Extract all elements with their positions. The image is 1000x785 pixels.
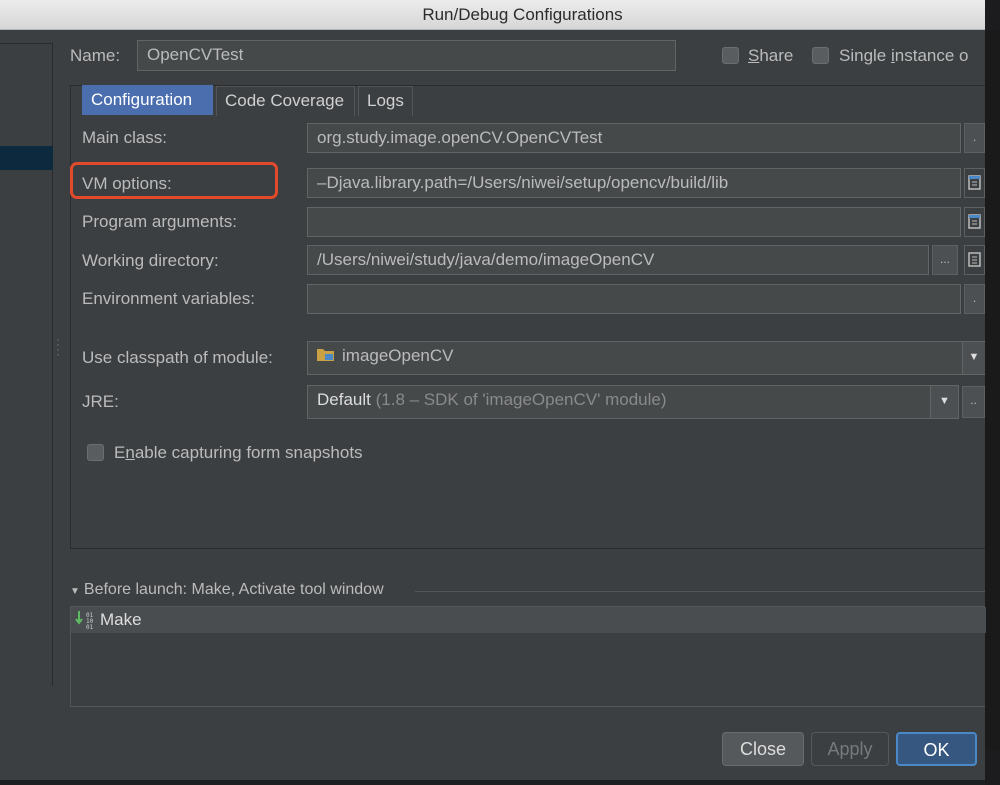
main-class-browse-button[interactable]: .: [964, 123, 985, 153]
jre-browse-button[interactable]: ..: [962, 386, 985, 418]
configuration-tree[interactable]: [0, 43, 53, 686]
main-class-label: Main class:: [82, 128, 168, 147]
make-icon: 01 10 01: [75, 610, 97, 635]
before-launch-toolbar: [70, 706, 985, 720]
main-class-input[interactable]: org.study.image.openCV.OpenCVTest: [307, 123, 961, 153]
make-label: Make: [100, 610, 142, 629]
classpath-value: imageOpenCV: [342, 346, 454, 365]
window-title: Run/Debug Configurations: [422, 5, 623, 24]
program-args-input[interactable]: [307, 207, 961, 237]
tab-code-coverage[interactable]: Code Coverage: [216, 86, 355, 116]
jre-dropdown-arrow[interactable]: ▼: [930, 386, 958, 418]
classpath-select[interactable]: imageOpenCV: [307, 341, 985, 375]
name-label: Name:: [70, 46, 121, 65]
working-dir-input[interactable]: /Users/niwei/study/java/demo/imageOpenCV: [307, 245, 929, 275]
name-input[interactable]: OpenCVTest: [137, 40, 676, 71]
tab-configuration[interactable]: Configuration: [82, 85, 213, 115]
program-args-expand-icon[interactable]: [964, 207, 985, 237]
share-checkbox[interactable]: [722, 47, 739, 64]
configuration-panel: [70, 85, 985, 549]
share-label: Share: [748, 46, 794, 65]
vm-options-label: VM options:: [82, 174, 172, 193]
window-edge: [985, 0, 1000, 785]
jre-detail: (1.8 – SDK of 'imageOpenCV' module): [375, 390, 667, 409]
before-launch-text: Before launch: Make, Activate tool windo…: [83, 581, 384, 598]
jre-label: JRE:: [82, 392, 119, 411]
title-bar: Run/Debug Configurations: [0, 0, 985, 30]
working-dir-macro-icon[interactable]: [964, 245, 985, 275]
close-button[interactable]: Close: [722, 732, 804, 766]
before-launch-separator: [415, 591, 985, 592]
apply-button[interactable]: Apply: [811, 732, 889, 766]
single-instance-checkbox[interactable]: [812, 47, 829, 64]
classpath-dropdown-arrow[interactable]: ▼: [962, 342, 985, 374]
env-vars-input[interactable]: [307, 284, 961, 314]
module-folder-icon: [316, 346, 336, 367]
jre-select[interactable]: Default (1.8 – SDK of 'imageOpenCV' modu…: [307, 385, 959, 419]
jre-value: Default: [317, 390, 371, 409]
single-instance-label: Single instance o: [839, 46, 969, 65]
svg-text:01: 01: [86, 624, 94, 630]
program-args-label: Program arguments:: [82, 212, 237, 231]
working-dir-label: Working directory:: [82, 251, 219, 270]
list-item[interactable]: 01 10 01 Make: [71, 607, 986, 633]
working-dir-browse-button[interactable]: ...: [932, 245, 958, 275]
tab-logs[interactable]: Logs: [358, 86, 413, 116]
env-vars-label: Environment variables:: [82, 289, 255, 308]
before-launch-header[interactable]: ▼ Before launch: Make, Activate tool wind…: [70, 581, 384, 599]
splitter-handle[interactable]: · · · ·: [56, 333, 60, 360]
ok-button[interactable]: OK: [896, 732, 977, 766]
tree-selected-row[interactable]: [0, 146, 53, 170]
before-launch-list[interactable]: 01 10 01 Make: [70, 606, 986, 706]
snapshots-checkbox[interactable]: [87, 444, 104, 461]
snapshots-label: Enable capturing form snapshots: [114, 443, 363, 462]
triangle-down-icon: ▼: [70, 586, 80, 597]
vm-options-expand-icon[interactable]: [964, 168, 985, 198]
classpath-label: Use classpath of module:: [82, 348, 273, 367]
vm-options-input[interactable]: –Djava.library.path=/Users/niwei/setup/o…: [307, 168, 961, 198]
env-vars-browse-button[interactable]: .: [964, 284, 985, 314]
